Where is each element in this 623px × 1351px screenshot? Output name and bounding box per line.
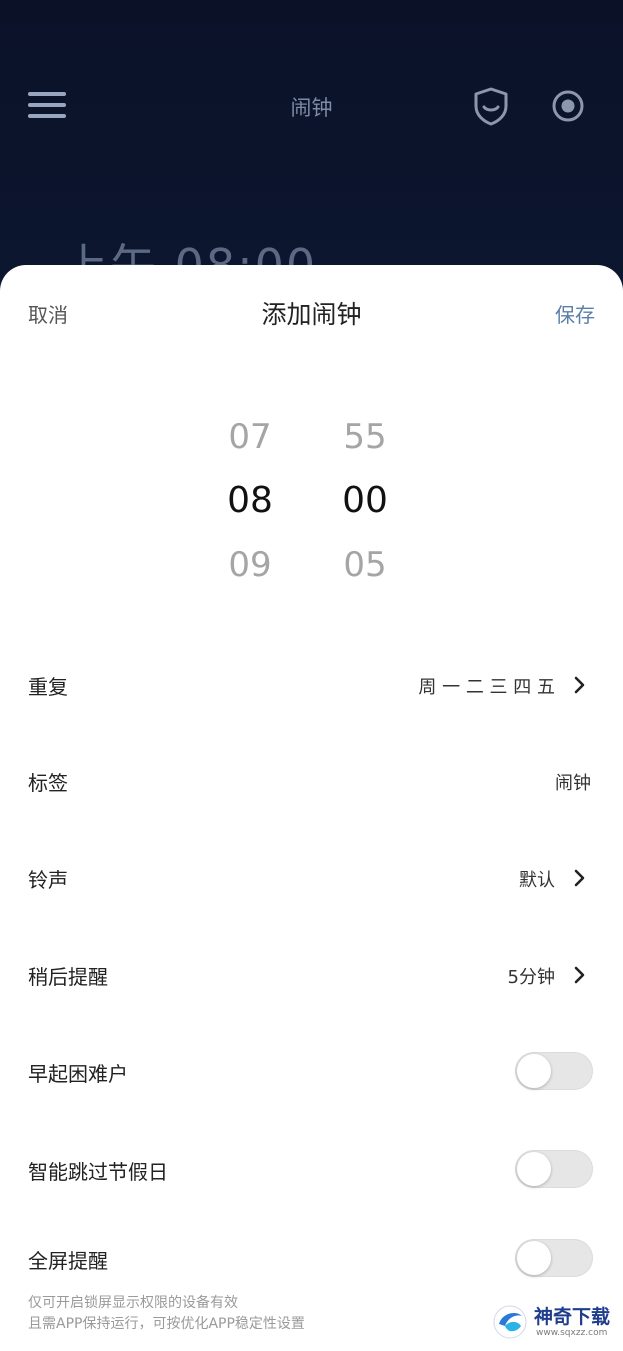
footnote-line: 且需APP保持运行，可按优化APP稳定性设置 xyxy=(28,1316,305,1332)
time-picker[interactable]: 07 08 09 55 00 05 xyxy=(0,405,623,605)
shield-icon[interactable] xyxy=(472,86,510,126)
record-icon[interactable] xyxy=(550,88,586,124)
setting-label: 早起困难户 xyxy=(28,1062,128,1086)
setting-ringtone[interactable]: 铃声 默认 xyxy=(0,848,623,908)
setting-label: 铃声 xyxy=(28,868,68,892)
watermark-text: 神奇下载 xyxy=(534,1306,611,1328)
hour-wheel[interactable]: 07 08 09 xyxy=(205,405,295,597)
hard-waker-toggle[interactable] xyxy=(515,1052,593,1090)
minute-wheel[interactable]: 55 00 05 xyxy=(320,405,410,597)
add-alarm-sheet: 添加闹钟 取消 保存 07 08 09 55 00 05 重复 周 一 二 三 … xyxy=(0,265,623,1351)
toggle-knob xyxy=(517,1152,551,1186)
setting-hard-waker: 早起困难户 xyxy=(0,1042,623,1102)
sheet-header: 添加闹钟 取消 保存 xyxy=(0,295,623,335)
chevron-right-icon xyxy=(573,868,587,888)
watermark: 神奇下载 www.sqxzz.com xyxy=(492,1300,620,1346)
minute-option[interactable]: 55 xyxy=(320,405,410,469)
ringtone-value: 默认 xyxy=(519,870,555,891)
footnote-line: 仅可开启锁屏显示权限的设备有效 xyxy=(28,1295,238,1311)
setting-repeat[interactable]: 重复 周 一 二 三 四 五 xyxy=(0,655,623,715)
setting-fullscreen: 全屏提醒 xyxy=(0,1229,623,1289)
setting-label: 标签 xyxy=(28,771,68,795)
setting-label: 重复 xyxy=(28,675,68,699)
repeat-value: 周 一 二 三 四 五 xyxy=(418,677,555,698)
hour-selected[interactable]: 08 xyxy=(205,469,295,533)
fullscreen-footnote: 仅可开启锁屏显示权限的设备有效 且需APP保持运行，可按优化APP稳定性设置 xyxy=(28,1293,305,1335)
snooze-value: 5分钟 xyxy=(507,967,555,988)
app-top-bar: 闹钟 上午 08:00 xyxy=(0,0,623,293)
setting-label: 智能跳过节假日 xyxy=(28,1160,168,1184)
tag-value: 闹钟 xyxy=(555,773,591,794)
setting-snooze[interactable]: 稍后提醒 5分钟 xyxy=(0,945,623,1005)
setting-tag[interactable]: 标签 闹钟 xyxy=(0,751,623,811)
toggle-knob xyxy=(517,1054,551,1088)
fullscreen-toggle[interactable] xyxy=(515,1239,593,1277)
sheet-title: 添加闹钟 xyxy=(261,300,362,329)
chevron-right-icon xyxy=(573,675,587,695)
minute-option[interactable]: 05 xyxy=(320,533,410,597)
hour-option[interactable]: 09 xyxy=(205,533,295,597)
setting-label: 全屏提醒 xyxy=(28,1249,108,1273)
save-button[interactable]: 保存 xyxy=(555,299,595,328)
app-title: 闹钟 xyxy=(290,96,333,120)
chevron-right-icon xyxy=(573,965,587,985)
hour-option[interactable]: 07 xyxy=(205,405,295,469)
cancel-button[interactable]: 取消 xyxy=(28,299,68,328)
minute-selected[interactable]: 00 xyxy=(320,469,410,533)
setting-skip-holidays: 智能跳过节假日 xyxy=(0,1140,623,1200)
watermark-logo-icon xyxy=(492,1304,528,1340)
watermark-url: www.sqxzz.com xyxy=(536,1328,608,1338)
skip-holidays-toggle[interactable] xyxy=(515,1150,593,1188)
setting-label: 稍后提醒 xyxy=(28,965,108,989)
toggle-knob xyxy=(517,1241,551,1275)
